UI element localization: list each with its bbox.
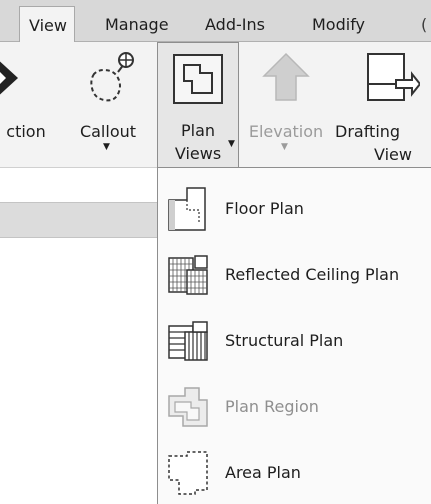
elevation-label: Elevation	[248, 122, 324, 141]
structural-plan-icon	[165, 318, 211, 364]
tab-manage[interactable]: Manage	[105, 15, 169, 34]
ribbon-panel: ction Callout ▼ Plan Views ▼ Elevation ▼…	[0, 42, 431, 169]
plan-views-label-line2: Views	[174, 144, 222, 163]
menu-item-label: Structural Plan	[225, 331, 344, 350]
plan-views-label-line1: Plan	[180, 121, 216, 140]
drafting-view-label-line1: Drafting	[335, 122, 401, 141]
drafting-view-label-line2: View	[374, 145, 412, 164]
callout-icon	[80, 50, 136, 106]
area-plan-icon	[165, 450, 211, 496]
menu-item-structural-plan[interactable]: Structural Plan	[158, 308, 431, 374]
floor-plan-icon	[165, 186, 211, 232]
options-bar	[0, 167, 158, 202]
ribbon-tab-bar: View Manage Add-Ins Modify (	[0, 0, 431, 43]
menu-item-label: Area Plan	[225, 463, 301, 482]
callout-label: Callout	[79, 122, 137, 141]
section-button[interactable]: ction	[0, 42, 62, 167]
view-tab-strip	[0, 202, 158, 238]
menu-item-label: Reflected Ceiling Plan	[225, 265, 400, 284]
plan-views-dropdown-menu: Floor Plan Reflected Ceiling Plan Struct	[157, 167, 431, 504]
tab-view[interactable]: View	[19, 6, 75, 43]
menu-item-label: Plan Region	[225, 397, 319, 416]
section-icon	[0, 50, 48, 106]
drawing-area	[0, 238, 158, 504]
plan-views-dropdown-icon[interactable]: ▼	[228, 139, 235, 149]
elevation-dropdown-icon: ▼	[281, 142, 288, 152]
tab-clipped[interactable]: (	[421, 15, 427, 34]
plan-region-icon	[165, 384, 211, 430]
menu-item-label: Floor Plan	[225, 199, 304, 218]
drafting-view-icon	[364, 50, 420, 106]
menu-item-reflected-ceiling-plan[interactable]: Reflected Ceiling Plan	[158, 242, 431, 308]
callout-dropdown-icon[interactable]: ▼	[103, 142, 110, 152]
tab-add-ins[interactable]: Add-Ins	[205, 15, 265, 34]
callout-button[interactable]: Callout ▼	[72, 42, 144, 167]
plan-views-icon	[170, 51, 226, 107]
reflected-ceiling-plan-icon	[165, 252, 211, 298]
elevation-icon	[258, 50, 314, 106]
menu-item-plan-region[interactable]: Plan Region	[158, 374, 431, 440]
section-label: ction	[6, 122, 46, 141]
drafting-view-button[interactable]: Drafting View	[330, 42, 431, 167]
menu-item-floor-plan[interactable]: Floor Plan	[158, 176, 431, 242]
tab-modify[interactable]: Modify	[312, 15, 365, 34]
elevation-button[interactable]: Elevation ▼	[244, 42, 328, 167]
plan-views-button[interactable]: Plan Views ▼	[157, 42, 239, 169]
menu-item-area-plan[interactable]: Area Plan	[158, 440, 431, 504]
